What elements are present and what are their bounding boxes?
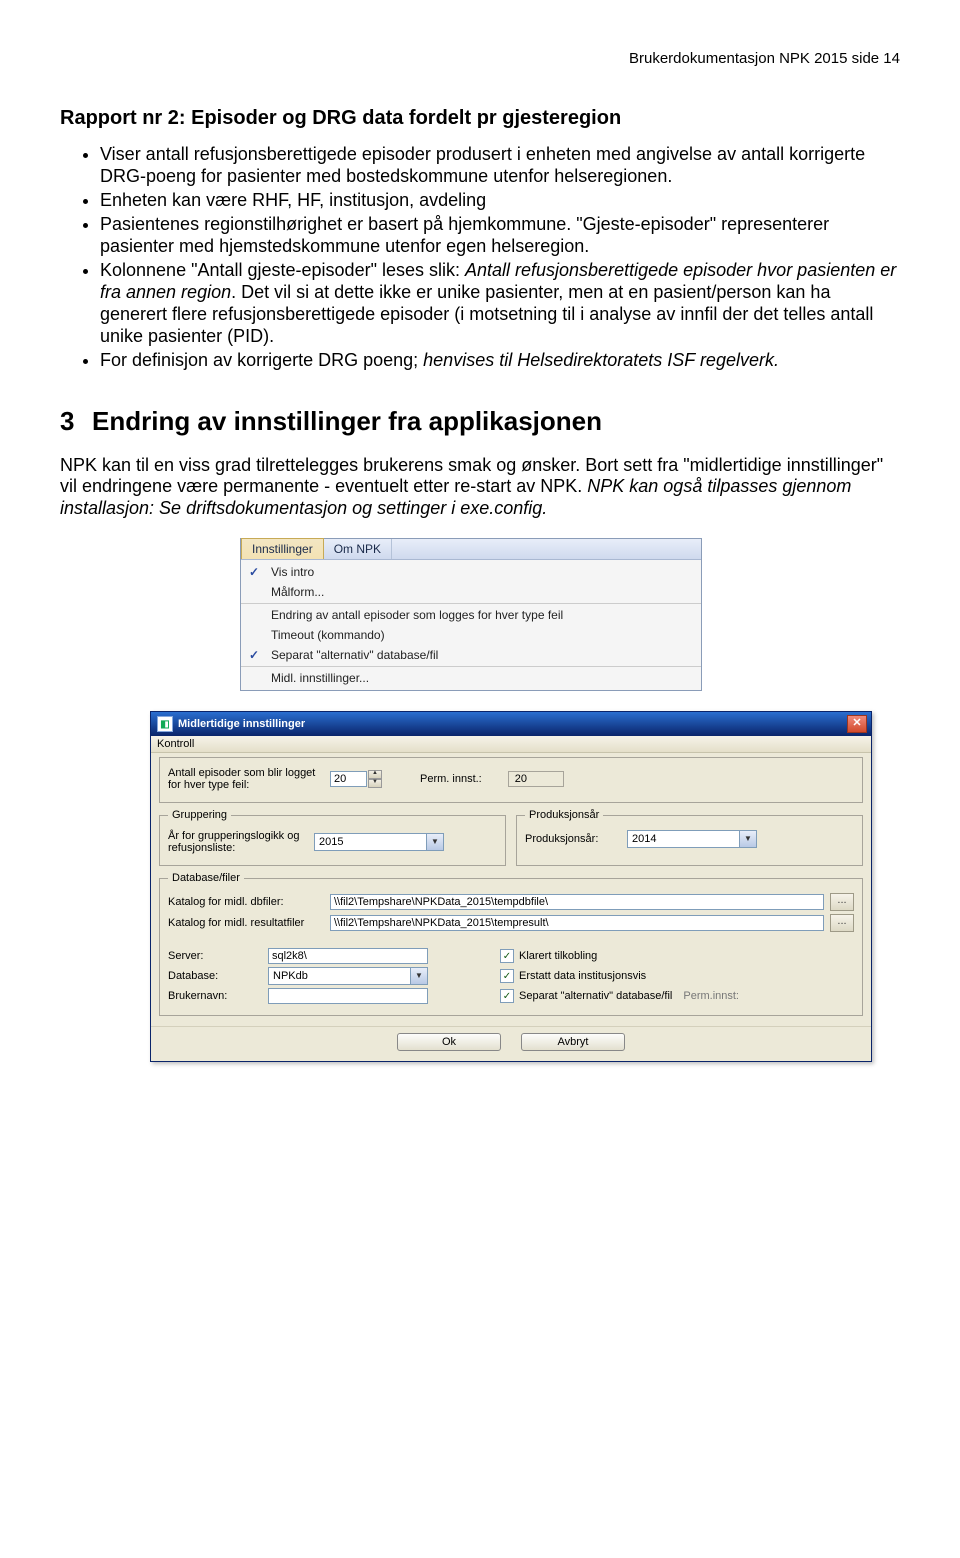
menu-item-midl[interactable]: Midl. innstillinger... [241,668,701,688]
logging-value[interactable]: 20 [330,771,367,787]
user-label: Brukernavn: [168,990,262,1002]
menu-item-vis-intro[interactable]: ✓ Vis intro [241,562,701,582]
check-icon: ✓ [249,565,263,579]
menu-item-label: Vis intro [271,565,314,579]
titlebar[interactable]: ◧ Midlertidige innstillinger ✕ [151,712,871,736]
checkbox-icon: ✓ [500,969,514,983]
bullet-item: Pasientenes regionstilhørighet er basert… [100,214,900,258]
bullet-item: For definisjon av korrigerte DRG poeng; … [100,350,900,372]
tab-om-npk[interactable]: Om NPK [324,539,392,559]
app-icon: ◧ [157,716,173,732]
section-heading: 3Endring av innstillinger fra applikasjo… [60,406,900,437]
checkbox-icon: ✓ [500,989,514,1003]
cb-replace-inst[interactable]: ✓ Erstatt data institusjonsvis [500,969,646,983]
menu-item-label: Separat "alternativ" database/fil [271,648,438,662]
combo-value: 2014 [632,833,656,845]
browse-button[interactable]: ... [830,893,854,911]
spin-down-icon[interactable]: ▼ [368,779,382,788]
browse-button[interactable]: ... [830,914,854,932]
user-input[interactable] [268,988,428,1004]
bullet-item: Enheten kan være RHF, HF, institusjon, a… [100,190,900,212]
group-gruppering: Gruppering År for grupperingslogikk og r… [159,809,506,866]
section-paragraph: NPK kan til en viss grad tilrettelegges … [60,455,900,521]
db-path2-label: Katalog for midl. resultatfiler [168,917,324,929]
menu-item-logging[interactable]: Endring av antall episoder som logges fo… [241,605,701,625]
menu-item-timeout[interactable]: Timeout (kommando) [241,625,701,645]
tab-innstillinger[interactable]: Innstillinger [241,538,324,559]
page-header: Brukerdokumentasjon NPK 2015 side 14 [60,50,900,67]
menu-item-label: Midl. innstillinger... [271,671,369,685]
settings-menu: Innstillinger Om NPK ✓ Vis intro Målform… [240,538,702,691]
cb-label: Erstatt data institusjonsvis [519,970,646,982]
bullet-item: Viser antall refusjonsberettigede episod… [100,144,900,188]
menu-item-alt-db[interactable]: ✓ Separat "alternativ" database/fil [241,645,701,665]
checkbox-icon: ✓ [500,949,514,963]
check-icon: ✓ [249,648,263,662]
perm-label: Perm. innst.: [420,773,482,785]
database-label: Database: [168,970,262,982]
close-icon[interactable]: ✕ [847,715,867,733]
cancel-button[interactable]: Avbryt [521,1033,625,1051]
chevron-down-icon[interactable]: ▼ [739,831,756,847]
cb-label: Separat "alternativ" database/fil [519,990,672,1002]
menu-divider [241,603,701,604]
bullet-item: Kolonnene "Antall gjeste-episoder" leses… [100,260,900,348]
db-path1-label: Katalog for midl. dbfiler: [168,896,324,908]
prod-combo[interactable]: 2014 ▼ [627,830,757,848]
database-combo[interactable]: NPKdb ▼ [268,967,428,985]
chevron-down-icon[interactable]: ▼ [410,968,427,984]
cb-tail: Perm.innst: [683,990,739,1002]
combo-value: NPKdb [273,970,308,982]
cb-alt-db[interactable]: ✓ Separat "alternativ" database/fil Perm… [500,989,739,1003]
legend-gruppering: Gruppering [168,809,231,821]
window-title: Midlertidige innstillinger [178,718,305,730]
combo-value: 2015 [319,836,343,848]
perm-value: 20 [508,771,564,787]
spin-up-icon[interactable]: ▲ [368,770,382,779]
db-path2-input[interactable]: \\fil2\Tempshare\NPKData_2015\tempresult… [330,915,824,931]
legend-prod: Produksjonsår [525,809,603,821]
group-logging: Antall episoder som blir logget for hver… [159,757,863,803]
temp-settings-dialog: ◧ Midlertidige innstillinger ✕ Kontroll … [150,711,872,1062]
logging-spinner[interactable]: 20 ▲ ▼ [330,770,382,788]
menu-item-label: Endring av antall episoder som logges fo… [271,608,563,622]
prod-label: Produksjonsår: [525,833,621,845]
gruppering-combo[interactable]: 2015 ▼ [314,833,444,851]
group-produksjonsar: Produksjonsår Produksjonsår: 2014 ▼ [516,809,863,866]
report-bullets: Viser antall refusjonsberettigede episod… [60,144,900,372]
cb-label: Klarert tilkobling [519,950,597,962]
chevron-down-icon[interactable]: ▼ [426,834,443,850]
menu-item-label: Timeout (kommando) [271,628,385,642]
legend-db: Database/filer [168,872,244,884]
logging-label: Antall episoder som blir logget for hver… [168,767,324,791]
report-title: Rapport nr 2: Episoder og DRG data forde… [60,107,900,130]
group-database: Database/filer Katalog for midl. dbfiler… [159,872,863,1016]
ok-button[interactable]: Ok [397,1033,501,1051]
menu-item-label: Målform... [271,585,324,599]
menubar[interactable]: Kontroll [151,736,871,753]
db-path1-input[interactable]: \\fil2\Tempshare\NPKData_2015\tempdbfile… [330,894,824,910]
menu-divider [241,666,701,667]
gruppering-label: År for grupperingslogikk og refusjonslis… [168,830,308,854]
menu-item-malform[interactable]: Målform... [241,582,701,602]
server-label: Server: [168,950,262,962]
server-input[interactable]: sql2k8\ [268,948,428,964]
cb-trusted[interactable]: ✓ Klarert tilkobling [500,949,597,963]
